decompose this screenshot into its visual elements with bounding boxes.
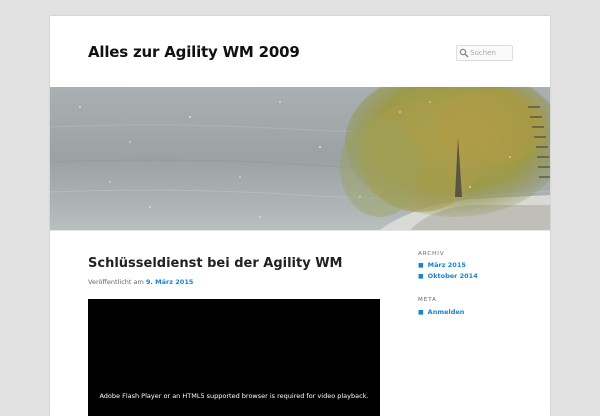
video-message: Adobe Flash Player or an HTML5 supported… [99,392,369,400]
header-banner-image [50,87,550,230]
video-player[interactable]: Adobe Flash Player or an HTML5 supported… [88,299,380,416]
archive-widget-title: ARCHIV [418,251,445,257]
post-meta: Veröffentlicht am 9. März 2015 [88,278,193,286]
bullet-icon: ■ [418,262,424,269]
login-link[interactable]: ■ Anmelden [418,307,464,318]
archive-list: ■ März 2015 ■ Oktober 2014 [418,260,478,282]
meta-list: ■ Anmelden [418,307,464,318]
site-title[interactable]: Alles zur Agility WM 2009 [88,43,300,61]
search-input[interactable] [470,46,510,60]
post-date-link[interactable]: 9. März 2015 [146,278,193,286]
search-box[interactable] [456,45,513,61]
page-container: Alles zur Agility WM 2009 Suchen Schlüss… [50,16,550,416]
header-divider [50,230,550,231]
archive-item[interactable]: ■ Oktober 2014 [418,271,478,282]
meta-widget-title: META [418,297,437,303]
post-meta-prefix: Veröffentlicht am [88,278,144,286]
bullet-icon: ■ [418,273,424,280]
search-icon [459,48,469,58]
post-title[interactable]: Schlüsseldienst bei der Agility WM [88,256,342,271]
bullet-icon: ■ [418,309,424,316]
archive-item[interactable]: ■ März 2015 [418,260,478,271]
